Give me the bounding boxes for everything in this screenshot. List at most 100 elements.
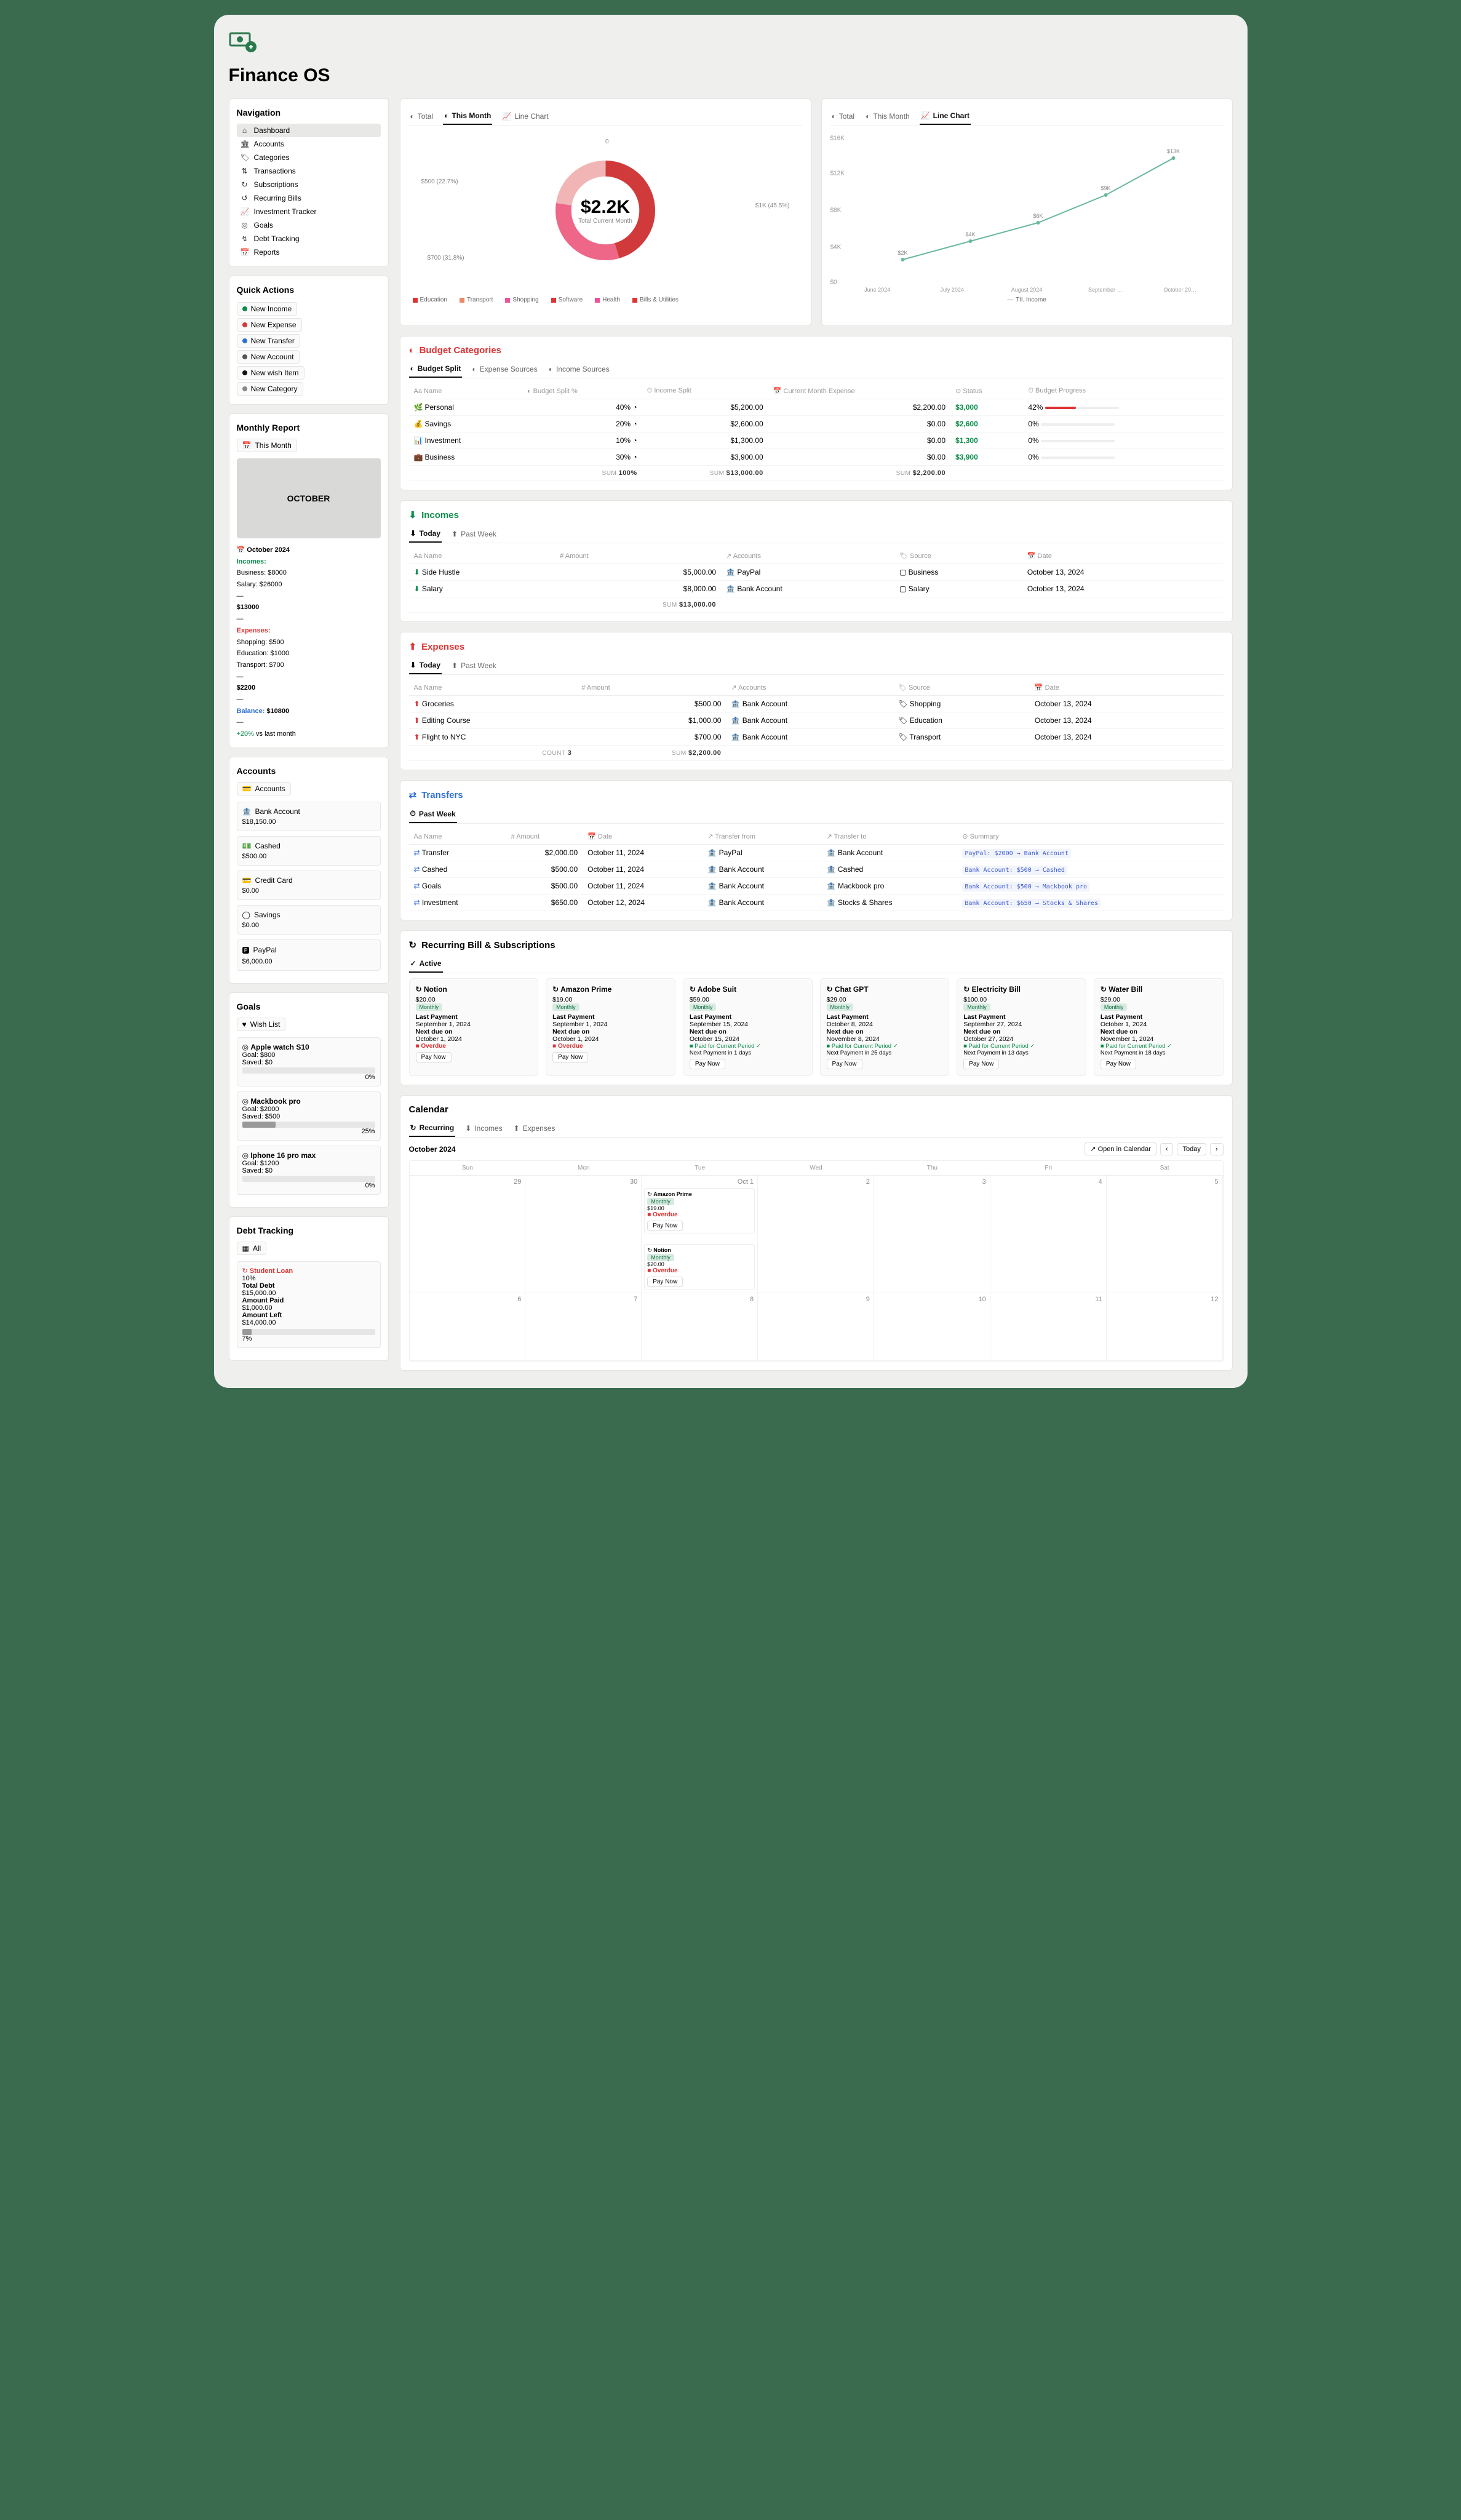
qa-new-expense[interactable]: New Expense [237,318,302,332]
pay-now-button[interactable]: Pay Now [963,1059,999,1069]
tab-transfers-past[interactable]: ⏱ Past Week [409,805,457,823]
nav-item-accounts[interactable]: 🏛Accounts [237,137,381,151]
nav-item-reports[interactable]: 📅Reports [237,245,381,259]
tab-expense-sources[interactable]: ◐ Expense Sources [471,361,538,378]
tab-active[interactable]: ✓ Active [409,955,443,973]
tab-incomes-past[interactable]: ⬆ Past Week [450,525,498,543]
calendar-event[interactable]: ↻ NotionMonthly$20.00■ OverduePay Now [644,1244,755,1290]
table-row[interactable]: ⬆ Flight to NYC$700.00🏦 Bank Account🏷 Tr… [409,729,1224,746]
calendar-cell[interactable]: 7 [525,1293,642,1361]
pay-now-button[interactable]: Pay Now [827,1059,862,1069]
goal-card[interactable]: ◎ Iphone 16 pro maxGoal: $1200Saved: $00… [237,1146,381,1195]
tab-line-chart[interactable]: 📈 Line Chart [501,108,549,125]
table-row[interactable]: ⬇ Salary$8,000.00🏦 Bank Account▢ SalaryO… [409,581,1224,597]
calendar-cell[interactable]: 10 [874,1293,990,1361]
tab-cal-recurring[interactable]: ↻ Recurring [409,1120,456,1137]
table-row[interactable]: ⬆ Groceries$500.00🏦 Bank Account🏷 Shoppi… [409,696,1224,712]
donut-label-2: $700 (31.8%) [428,255,464,261]
table-row[interactable]: ⬇ Side Hustle$5,000.00🏦 PayPal▢ Business… [409,564,1224,581]
qa-new-category[interactable]: New Category [237,382,303,396]
pay-now-button[interactable]: Pay Now [552,1052,588,1063]
calendar-cell[interactable]: 30 [525,1176,642,1293]
nav-item-transactions[interactable]: ⇅Transactions [237,164,381,178]
tab-cal-incomes[interactable]: ⬇ Incomes [464,1120,503,1137]
pay-now-button[interactable]: Pay Now [416,1052,452,1063]
tab-incomes-today[interactable]: ⬇ Today [409,525,442,543]
nav-item-debt-tracking[interactable]: ↯Debt Tracking [237,232,381,245]
tab-cal-expenses[interactable]: ⬆ Expenses [512,1120,557,1137]
table-row[interactable]: 🌿Personal40% ◔$5,200.00$2,200.00$3,00042… [409,399,1224,416]
calendar-event[interactable]: ↻ Amazon PrimeMonthly$19.00■ OverduePay … [644,1188,755,1234]
recurring-card[interactable]: ↻ Chat GPT$29.00MonthlyLast PaymentOctob… [820,978,950,1076]
table-row[interactable]: ⇄ Investment$650.00October 12, 2024🏦 Ban… [409,895,1224,911]
nav-item-recurring-bills[interactable]: ↺Recurring Bills [237,191,381,205]
nav-item-dashboard[interactable]: ⌂Dashboard [237,124,381,137]
recurring-card[interactable]: ↻ Electricity Bill$100.00MonthlyLast Pay… [957,978,1086,1076]
table-row[interactable]: 📊Investment10% ◔$1,300.00$0.00$1,3000% [409,433,1224,449]
nav-item-subscriptions[interactable]: ↻Subscriptions [237,178,381,191]
calendar-cell[interactable]: 2 [758,1176,874,1293]
goal-card[interactable]: ◎ Mackbook proGoal: $2000Saved: $50025% [237,1091,381,1141]
calendar-cell[interactable]: 9 [758,1293,874,1361]
table-row[interactable]: 💼Business30% ◔$3,900.00$0.00$3,9000% [409,449,1224,466]
cal-next-button[interactable]: › [1210,1143,1224,1155]
qa-new-wish-item[interactable]: New wish Item [237,366,305,380]
nav-icon: ↺ [241,194,249,202]
account-card[interactable]: 🅿 PayPal$6,000.00 [237,939,381,971]
calendar-cell[interactable]: 29 [410,1176,526,1293]
mr-this-month[interactable]: 📅 This Month [237,439,297,452]
table-row[interactable]: ⇄ Transfer$2,000.00October 11, 2024🏦 Pay… [409,845,1224,861]
tab2-this-month[interactable]: ◐ This Month [864,108,911,125]
pay-now-button[interactable]: Pay Now [647,1221,683,1231]
nav-item-investment-tracker[interactable]: 📈Investment Tracker [237,205,381,218]
recurring-card[interactable]: ↻ Adobe Suit$59.00MonthlyLast PaymentSep… [683,978,813,1076]
account-card[interactable]: 🏦 Bank Account$18,150.00 [237,802,381,831]
tab-budget-split[interactable]: ◐ Budget Split [409,361,463,378]
tab-expenses-past[interactable]: ⬆ Past Week [450,657,498,674]
qa-new-account[interactable]: New Account [237,350,300,364]
table-row[interactable]: ⇄ Goals$500.00October 11, 2024🏦 Bank Acc… [409,878,1224,895]
table-row[interactable]: ⬆ Editing Course$1,000.00🏦 Bank Account🏷… [409,712,1224,729]
tab2-line-chart[interactable]: 📈 Line Chart [920,108,971,125]
recurring-card[interactable]: ↻ Water Bill$29.00MonthlyLast PaymentOct… [1094,978,1224,1076]
debt-all[interactable]: ▦ All [237,1242,267,1255]
account-card[interactable]: ◯ Savings$0.00 [237,905,381,935]
account-icon: 🏦 [242,807,252,816]
tab2-total[interactable]: ◐ Total [830,108,856,125]
goal-card[interactable]: ◎ Apple watch S10Goal: $800Saved: $00% [237,1037,381,1087]
calendar-cell[interactable]: 4 [990,1176,1107,1293]
recurring-card[interactable]: ↻ Notion$20.00MonthlyLast PaymentSeptemb… [409,978,539,1076]
qa-new-transfer[interactable]: New Transfer [237,334,300,348]
tab-income-sources[interactable]: ◐ Income Sources [547,361,611,378]
account-card[interactable]: 💳 Credit Card$0.00 [237,871,381,900]
table-row[interactable]: 💰Savings20% ◔$2,600.00$0.00$2,6000% [409,416,1224,433]
legend-item: Transport [460,297,493,303]
nav-item-categories[interactable]: 🏷Categories [237,151,381,164]
calendar-cell[interactable]: 3 [874,1176,990,1293]
nav-item-goals[interactable]: ◎Goals [237,218,381,232]
table-row[interactable]: ⇄ Cashed$500.00October 11, 2024🏦 Bank Ac… [409,861,1224,878]
accounts-link[interactable]: 💳 Accounts [237,782,291,795]
open-in-calendar-button[interactable]: ↗ Open in Calendar [1085,1142,1156,1155]
wish-list-link[interactable]: ♥ Wish List [237,1018,286,1031]
tab-this-month[interactable]: ◐ This Month [443,108,492,125]
calendar-cell[interactable]: 6 [410,1293,526,1361]
tab-total[interactable]: ◐ Total [409,108,435,125]
cal-today-button[interactable]: Today [1177,1143,1206,1155]
debt-item[interactable]: ↻ Student Loan 10% Total Debt $15,000.00… [237,1261,381,1348]
qa-new-income[interactable]: New Income [237,302,298,316]
calendar-cell[interactable]: 11 [990,1293,1107,1361]
pay-now-button[interactable]: Pay Now [1101,1059,1136,1069]
pay-now-button[interactable]: Pay Now [647,1277,683,1287]
pay-now-button[interactable]: Pay Now [690,1059,725,1069]
calendar-cell[interactable]: Oct 1↻ Amazon PrimeMonthly$19.00■ Overdu… [642,1176,758,1293]
calendar-cell[interactable]: 5 [1107,1176,1223,1293]
cal-prev-button[interactable]: ‹ [1160,1143,1174,1155]
recurring-card[interactable]: ↻ Amazon Prime$19.00MonthlyLast PaymentS… [546,978,675,1076]
calendar-cell[interactable]: 12 [1107,1293,1223,1361]
tab-expenses-today[interactable]: ⬇ Today [409,657,442,674]
calendar-cell[interactable]: 8 [642,1293,758,1361]
account-card[interactable]: 💵 Cashed$500.00 [237,836,381,866]
legend-item: Health [595,297,620,303]
line-card: ◐ Total ◐ This Month 📈 Line Chart $16K $… [821,98,1233,326]
